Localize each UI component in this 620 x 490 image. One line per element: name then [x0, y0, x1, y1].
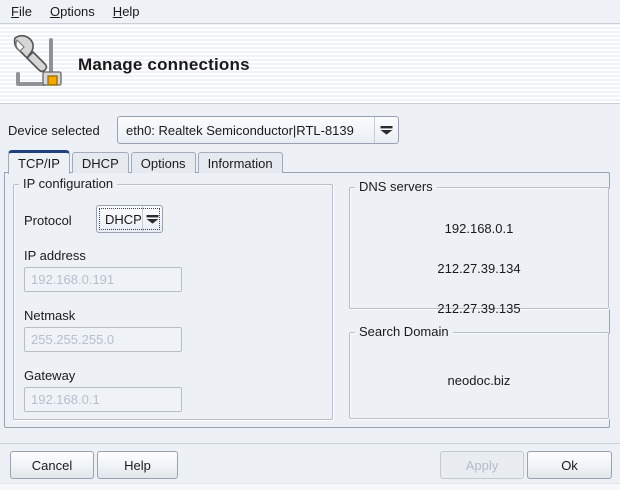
tab-bar: TCP/IP DHCP Options Information [8, 150, 285, 173]
ip-address-field[interactable] [24, 267, 182, 292]
header-banner: Manage connections [0, 25, 620, 104]
protocol-label: Protocol [24, 213, 72, 228]
netmask-field[interactable] [24, 327, 182, 352]
netmask-label: Netmask [24, 308, 75, 323]
menu-options[interactable]: Options [41, 1, 104, 22]
menubar: File Options Help [0, 0, 620, 24]
device-selector-value: eth0: Realtek Semiconductor|RTL-8139 [118, 123, 374, 138]
dns-servers-group: DNS servers 192.168.0.1 212.27.39.134 21… [349, 187, 609, 309]
dns-server-list: 192.168.0.1 212.27.39.134 212.27.39.135 [350, 208, 608, 328]
bottom-separator [0, 443, 620, 444]
gateway-field[interactable] [24, 387, 182, 412]
window-bottom-strip [0, 483, 620, 490]
protocol-dropdown[interactable]: DHCP [96, 205, 163, 233]
dns-server-entry: 212.27.39.135 [350, 288, 608, 328]
menu-file[interactable]: File [2, 1, 41, 22]
menu-help[interactable]: Help [104, 1, 149, 22]
tab-information[interactable]: Information [198, 152, 283, 173]
dns-server-entry: 212.27.39.134 [350, 248, 608, 288]
ip-address-label: IP address [24, 248, 86, 263]
chevron-down-icon [142, 206, 162, 232]
tab-tcpip[interactable]: TCP/IP [8, 150, 70, 174]
search-domain-value: neodoc.biz [350, 373, 608, 388]
chevron-down-icon [374, 117, 398, 143]
tab-options[interactable]: Options [131, 152, 196, 173]
dns-server-entry: 192.168.0.1 [350, 208, 608, 248]
ip-configuration-title: IP configuration [19, 176, 117, 191]
gateway-label: Gateway [24, 368, 75, 383]
device-selector-dropdown[interactable]: eth0: Realtek Semiconductor|RTL-8139 [117, 116, 399, 144]
device-selected-label: Device selected [8, 123, 100, 138]
search-domain-title: Search Domain [355, 324, 453, 339]
ip-configuration-group: IP configuration Protocol DHCP IP addres… [13, 184, 333, 420]
page-title: Manage connections [78, 55, 250, 75]
tab-dhcp[interactable]: DHCP [72, 152, 129, 173]
apply-button[interactable]: Apply [440, 451, 524, 479]
tcpip-tab-panel: IP configuration Protocol DHCP IP addres… [4, 172, 610, 428]
protocol-value: DHCP [97, 212, 142, 227]
search-domain-group: Search Domain neodoc.biz [349, 332, 609, 419]
dns-servers-title: DNS servers [355, 179, 437, 194]
wrench-network-icon [11, 34, 65, 92]
help-button[interactable]: Help [97, 451, 178, 479]
ok-button[interactable]: Ok [527, 451, 612, 479]
cancel-button[interactable]: Cancel [10, 451, 94, 479]
